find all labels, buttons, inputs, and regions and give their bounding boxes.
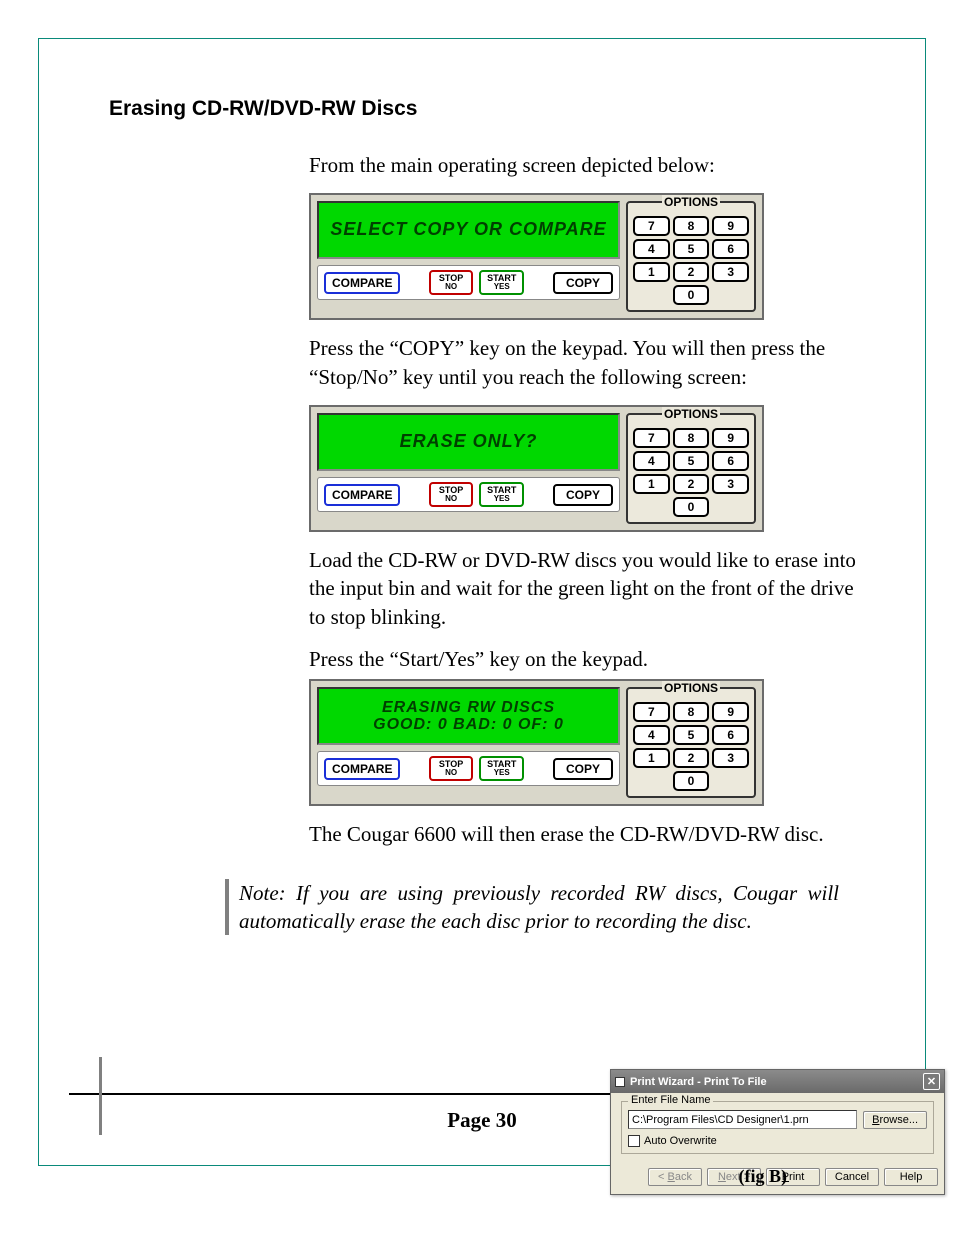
key-5[interactable]: 5	[673, 451, 710, 471]
stop-no-button[interactable]: STOPNO	[429, 482, 473, 507]
start-yes-button[interactable]: STARTYES	[479, 270, 524, 295]
copy-button[interactable]: COPY	[553, 484, 613, 506]
key-9[interactable]: 9	[712, 702, 749, 722]
key-1[interactable]: 1	[633, 474, 670, 494]
cancel-button[interactable]: Cancel	[825, 1168, 879, 1186]
stop-no-button[interactable]: STOPNO	[429, 270, 473, 295]
key-5[interactable]: 5	[673, 239, 710, 259]
key-0[interactable]: 0	[673, 771, 710, 791]
paragraph: The Cougar 6600 will then erase the CD-R…	[309, 820, 859, 848]
key-7[interactable]: 7	[633, 702, 670, 722]
note-text: Note: If you are using previously record…	[239, 879, 839, 936]
key-5[interactable]: 5	[673, 725, 710, 745]
compare-button[interactable]: COMPARE	[324, 484, 400, 506]
browse-button[interactable]: Browse...	[863, 1111, 927, 1129]
figure-caption: (fig B)	[739, 1166, 788, 1187]
auto-overwrite-checkbox[interactable]	[628, 1135, 640, 1147]
key-2[interactable]: 2	[673, 474, 710, 494]
options-label: OPTIONS	[662, 195, 720, 209]
copy-button[interactable]: COPY	[553, 758, 613, 780]
key-3[interactable]: 3	[712, 262, 749, 282]
dialog-titlebar[interactable]: Print Wizard - Print To File ✕	[611, 1070, 944, 1093]
key-6[interactable]: 6	[712, 239, 749, 259]
auto-overwrite-label: Auto Overwrite	[644, 1135, 717, 1147]
keypad: 7 8 9 4 5 6 1 2 3 0	[633, 216, 749, 305]
key-1[interactable]: 1	[633, 262, 670, 282]
key-4[interactable]: 4	[633, 451, 670, 471]
close-icon[interactable]: ✕	[923, 1073, 940, 1090]
key-6[interactable]: 6	[712, 725, 749, 745]
start-yes-button[interactable]: STARTYES	[479, 482, 524, 507]
vertical-tick	[99, 1057, 102, 1135]
key-8[interactable]: 8	[673, 216, 710, 236]
key-8[interactable]: 8	[673, 428, 710, 448]
key-3[interactable]: 3	[712, 748, 749, 768]
paragraph: Press the “Start/Yes” key on the keypad.	[309, 645, 859, 673]
help-button[interactable]: Help	[884, 1168, 938, 1186]
key-2[interactable]: 2	[673, 748, 710, 768]
lcd-display: ERASE ONLY?	[317, 413, 620, 471]
keypad: 7 8 9 4 5 6 1 2 3 0	[633, 428, 749, 517]
key-9[interactable]: 9	[712, 428, 749, 448]
note-block: Note: If you are using previously record…	[225, 879, 897, 936]
options-label: OPTIONS	[662, 407, 720, 421]
dialog-title: Print Wizard - Print To File	[630, 1076, 767, 1088]
key-2[interactable]: 2	[673, 262, 710, 282]
key-0[interactable]: 0	[673, 497, 710, 517]
compare-button[interactable]: COMPARE	[324, 272, 400, 294]
paragraph: From the main operating screen depicted …	[309, 151, 859, 179]
page-number: Page 30	[447, 1108, 516, 1133]
start-yes-button[interactable]: STARTYES	[479, 756, 524, 781]
key-7[interactable]: 7	[633, 428, 670, 448]
key-3[interactable]: 3	[712, 474, 749, 494]
lcd-display: ERASING RW DISCS GOOD: 0 BAD: 0 OF: 0	[317, 687, 620, 745]
paragraph: Press the “COPY” key on the keypad. You …	[309, 334, 859, 391]
key-4[interactable]: 4	[633, 239, 670, 259]
key-7[interactable]: 7	[633, 216, 670, 236]
copy-button[interactable]: COPY	[553, 272, 613, 294]
key-1[interactable]: 1	[633, 748, 670, 768]
key-9[interactable]: 9	[712, 216, 749, 236]
section-heading: Erasing CD-RW/DVD-RW Discs	[109, 97, 897, 121]
device-panel-1: SELECT COPY OR COMPARE COMPARE STOPNO ST…	[309, 193, 897, 320]
groupbox-label: Enter File Name	[628, 1094, 713, 1106]
keypad: 7 8 9 4 5 6 1 2 3 0	[633, 702, 749, 791]
options-label: OPTIONS	[662, 681, 720, 695]
stop-no-button[interactable]: STOPNO	[429, 756, 473, 781]
filepath-input[interactable]	[628, 1110, 857, 1129]
lcd-display: SELECT COPY OR COMPARE	[317, 201, 620, 259]
app-icon	[615, 1077, 625, 1087]
device-panel-2: ERASE ONLY? COMPARE STOPNO STARTYES COPY…	[309, 405, 897, 532]
back-button[interactable]: < Back	[648, 1168, 702, 1186]
key-6[interactable]: 6	[712, 451, 749, 471]
key-8[interactable]: 8	[673, 702, 710, 722]
compare-button[interactable]: COMPARE	[324, 758, 400, 780]
device-panel-3: ERASING RW DISCS GOOD: 0 BAD: 0 OF: 0 CO…	[309, 679, 897, 806]
paragraph: Load the CD-RW or DVD-RW discs you would…	[309, 546, 859, 631]
key-4[interactable]: 4	[633, 725, 670, 745]
key-0[interactable]: 0	[673, 285, 710, 305]
